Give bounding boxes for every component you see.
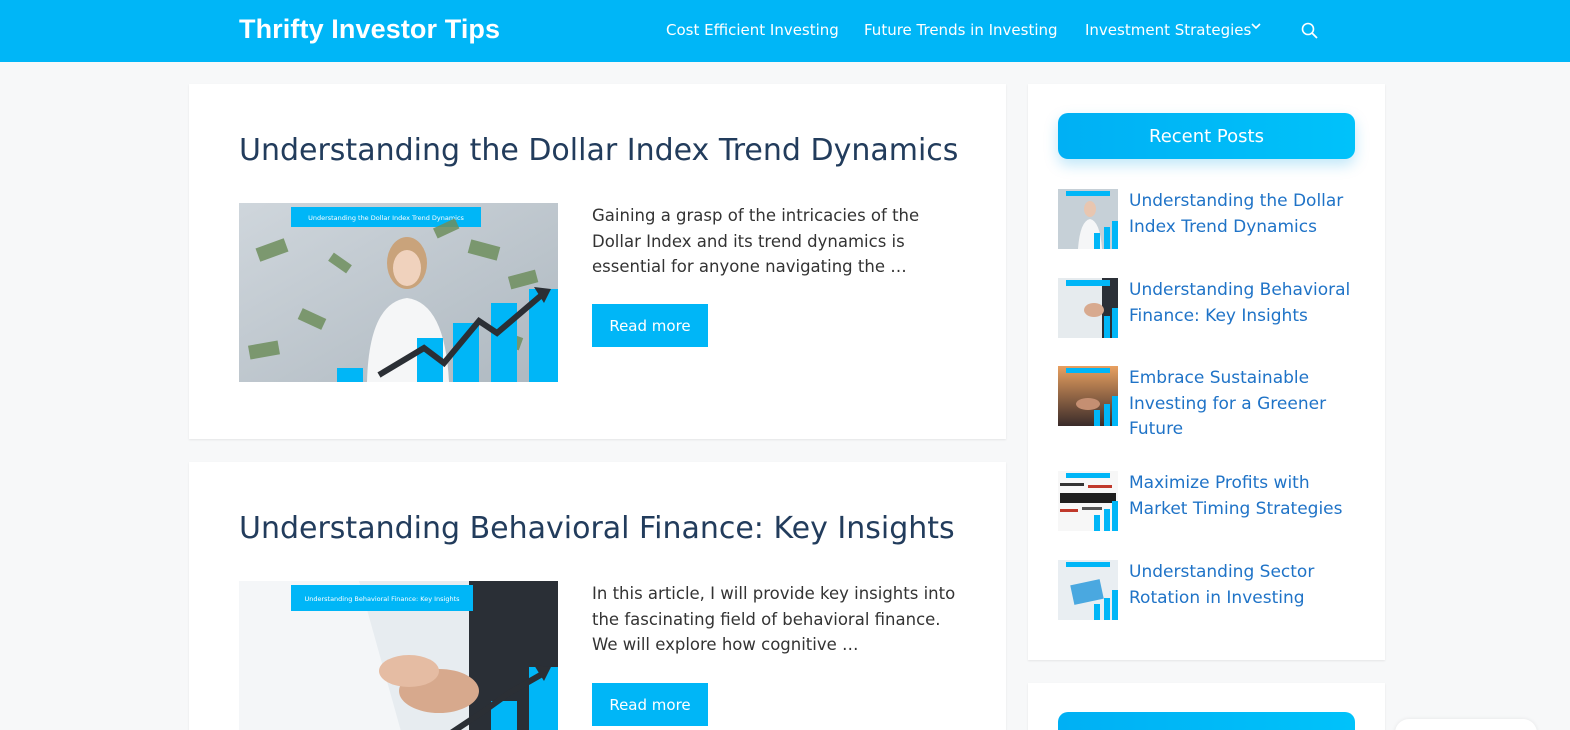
post-featured-image[interactable]: Understanding Behavioral Finance: Key In… — [239, 581, 558, 730]
nav-item-investment-strategies[interactable]: Investment Strategies — [1085, 21, 1251, 39]
post-card: Understanding Behavioral Finance: Key In… — [189, 462, 1006, 730]
sidebar-widget — [1028, 683, 1385, 730]
widget-title — [1058, 712, 1355, 730]
image-caption: Understanding the Dollar Index Trend Dyn… — [308, 214, 464, 222]
post-card: Understanding the Dollar Index Trend Dyn… — [189, 84, 1006, 439]
search-icon[interactable] — [1301, 22, 1318, 39]
widget-title: Recent Posts — [1058, 113, 1355, 159]
post-excerpt: In this article, I will provide key insi… — [592, 584, 956, 654]
recent-post-thumbnail[interactable] — [1058, 471, 1118, 531]
recent-post-link[interactable]: Understanding Sector Rotation in Investi… — [1129, 560, 1355, 611]
site-header: Thrifty Investor Tips Cost Efficient Inv… — [0, 0, 1570, 62]
image-caption: Understanding Behavioral Finance: Key In… — [304, 595, 460, 603]
recent-post-thumbnail[interactable] — [1058, 278, 1118, 338]
post-featured-image[interactable]: Understanding the Dollar Index Trend Dyn… — [239, 203, 558, 382]
sidebar-recent-posts: Recent Posts Understanding the Dollar In… — [1028, 84, 1385, 660]
nav-item-future-trends[interactable]: Future Trends in Investing — [864, 21, 1058, 39]
read-more-button[interactable]: Read more — [592, 683, 708, 726]
floating-widget[interactable] — [1395, 719, 1537, 730]
recent-post-thumbnail[interactable] — [1058, 366, 1118, 426]
recent-post-link[interactable]: Understanding Behavioral Finance: Key In… — [1129, 278, 1355, 329]
post-excerpt: Gaining a grasp of the intricacies of th… — [592, 206, 920, 276]
site-title[interactable]: Thrifty Investor Tips — [239, 14, 500, 45]
recent-post-link[interactable]: Understanding the Dollar Index Trend Dyn… — [1129, 189, 1355, 240]
nav-item-cost-efficient-investing[interactable]: Cost Efficient Investing — [666, 21, 839, 39]
post-title[interactable]: Understanding the Dollar Index Trend Dyn… — [239, 133, 958, 168]
recent-post-link[interactable]: Maximize Profits with Market Timing Stra… — [1129, 471, 1355, 522]
read-more-button[interactable]: Read more — [592, 304, 708, 347]
chevron-down-icon[interactable] — [1250, 20, 1262, 32]
recent-post-thumbnail[interactable] — [1058, 189, 1118, 249]
post-title[interactable]: Understanding Behavioral Finance: Key In… — [239, 511, 955, 546]
recent-post-link[interactable]: Embrace Sustainable Investing for a Gree… — [1129, 366, 1355, 443]
recent-post-thumbnail[interactable] — [1058, 560, 1118, 620]
